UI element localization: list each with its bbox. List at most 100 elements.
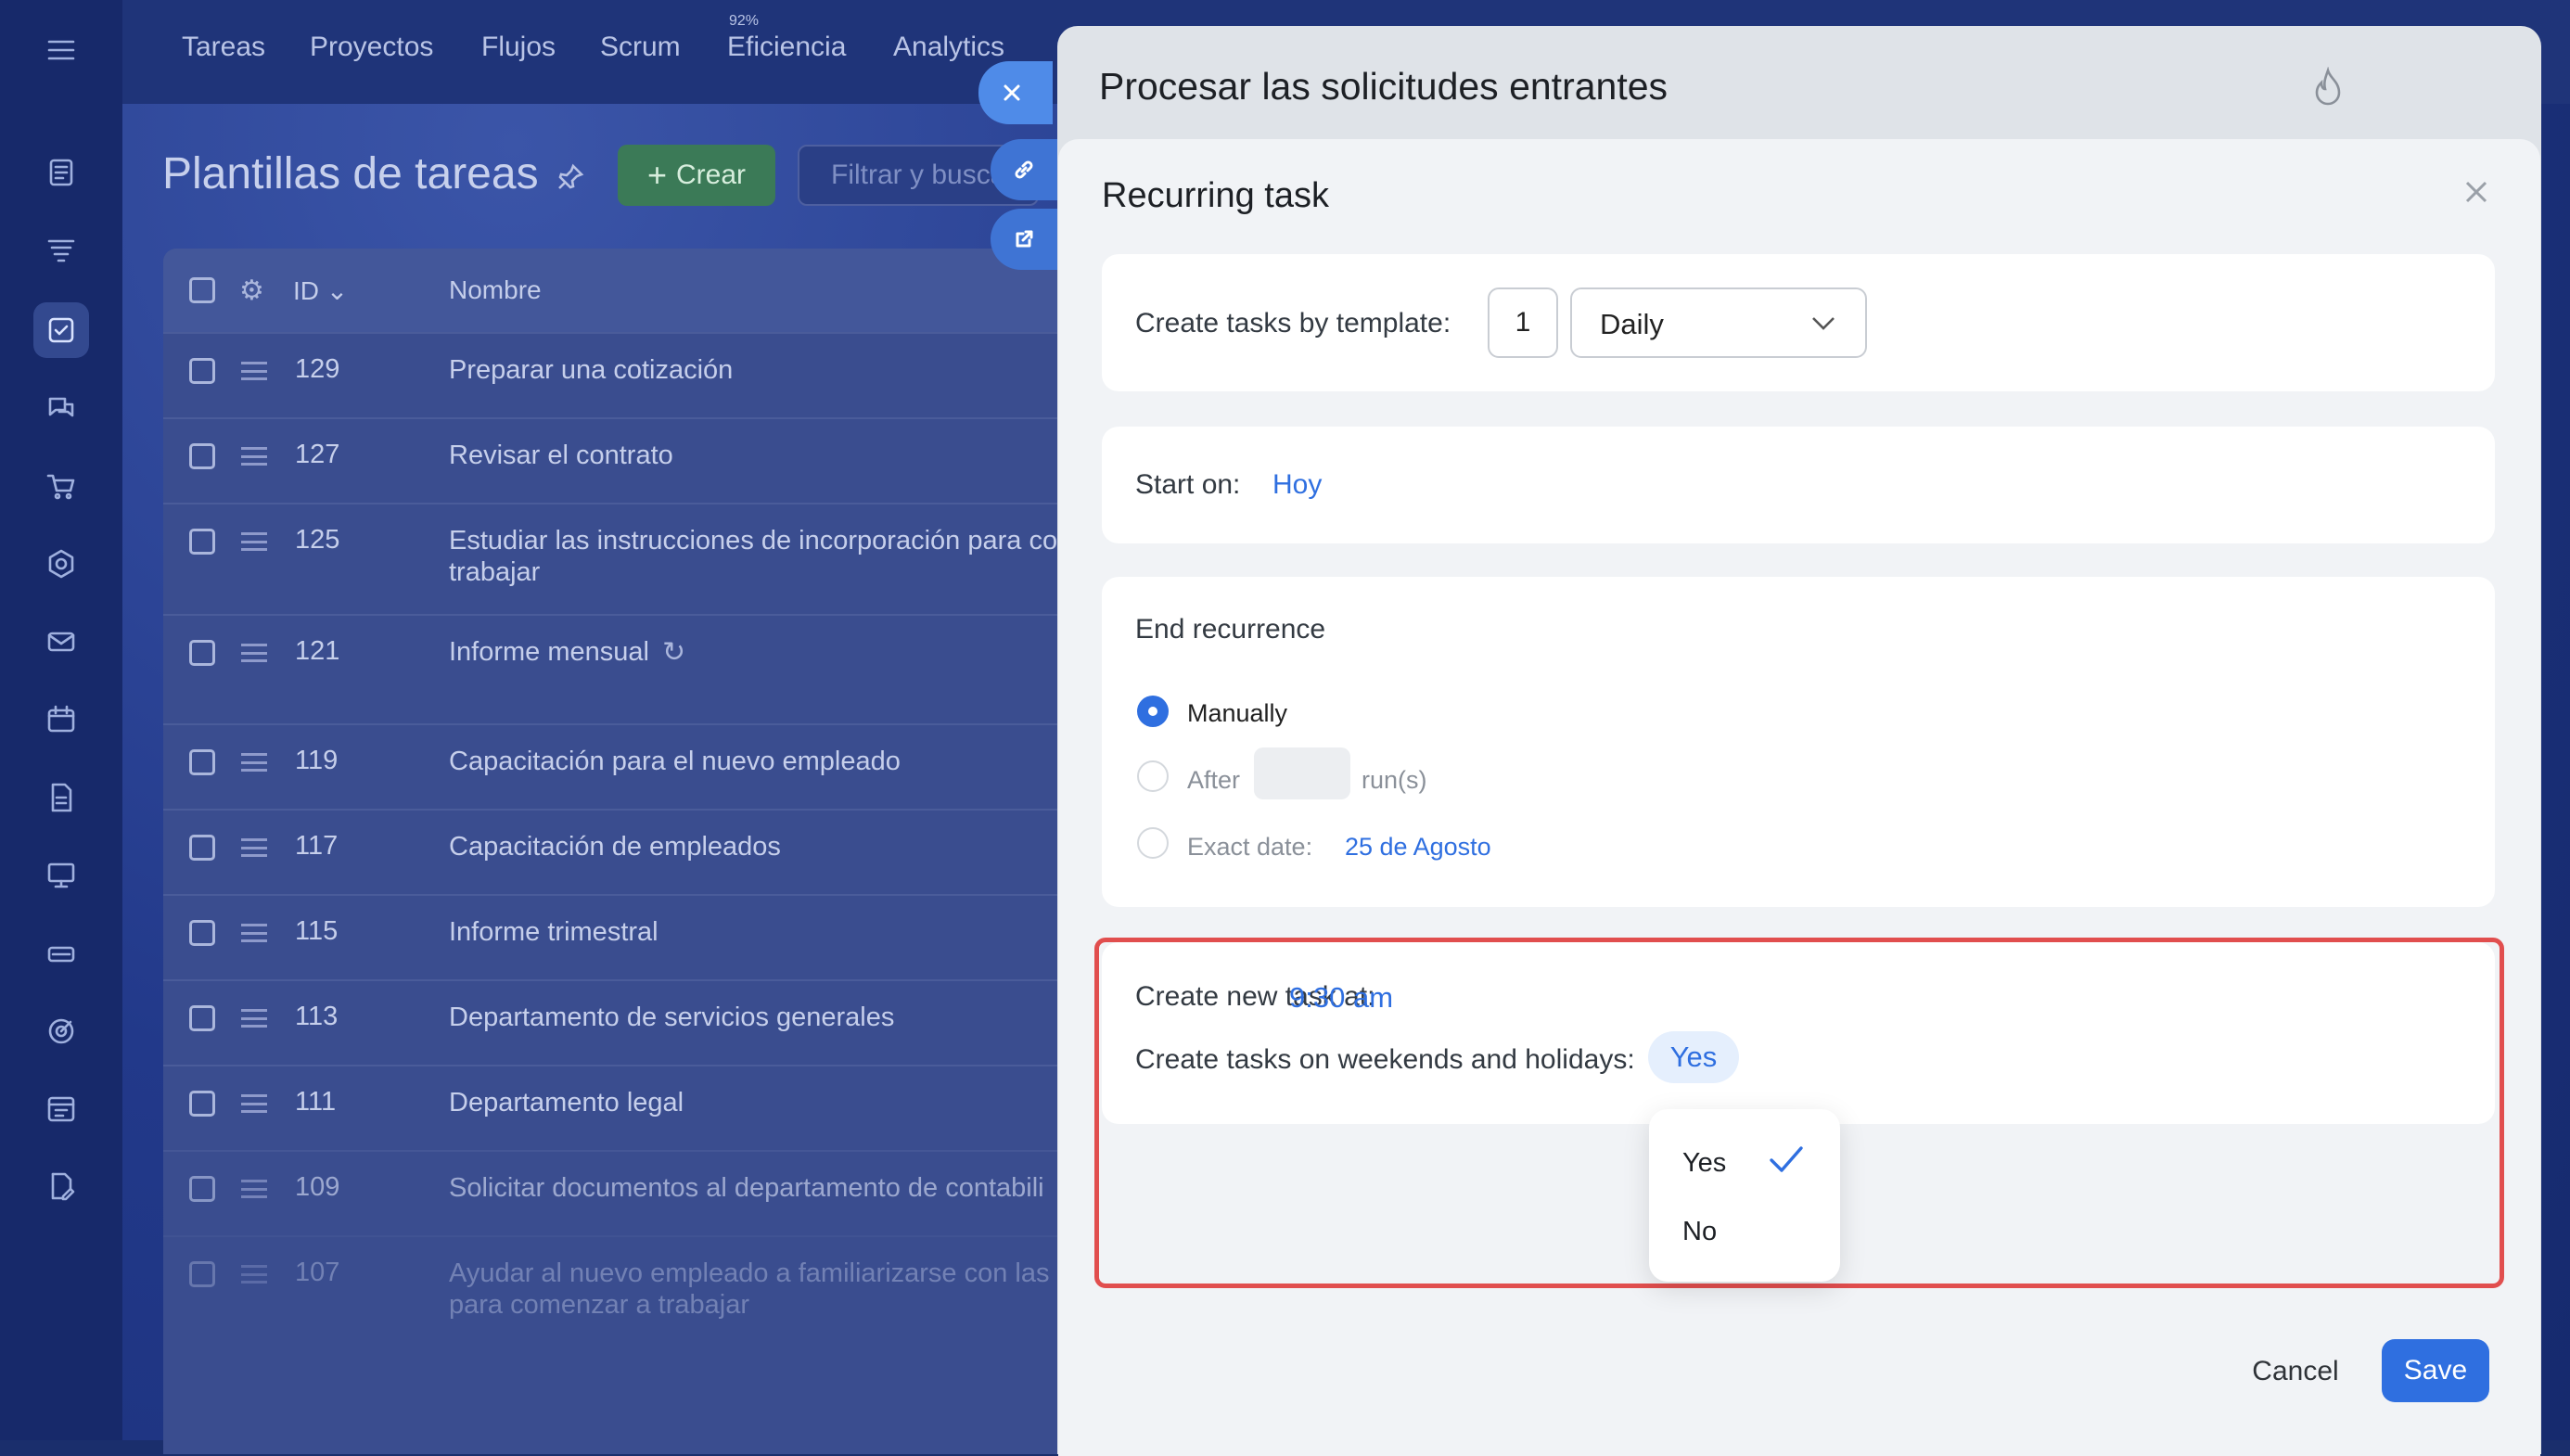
drag-handle-icon[interactable]	[241, 1009, 267, 1028]
table-row[interactable]: 127 Revisar el contrato	[163, 417, 1091, 503]
table-row[interactable]: 109 Solicitar documentos al departamento …	[163, 1150, 1091, 1235]
runs-count-input[interactable]	[1254, 747, 1350, 799]
nav-flujos[interactable]: Flujos	[481, 32, 556, 63]
row-checkbox[interactable]	[189, 1005, 215, 1031]
copy-link-button[interactable]	[991, 139, 1065, 200]
row-checkbox[interactable]	[189, 443, 215, 469]
close-icon	[1004, 84, 1020, 101]
radio-after-label: After	[1187, 766, 1241, 794]
radio-exact-date[interactable]	[1137, 827, 1169, 859]
open-new-window-button[interactable]	[991, 209, 1065, 270]
table-row[interactable]: 107 Ayudar al nuevo empleado a familiariz…	[163, 1235, 1091, 1347]
pin-icon[interactable]	[556, 163, 584, 191]
runs-suffix: run(s)	[1362, 766, 1427, 794]
start-label: Start on:	[1135, 469, 1241, 500]
row-checkbox[interactable]	[189, 358, 215, 384]
row-name[interactable]: Informe mensual	[449, 636, 649, 668]
create-button[interactable]: + Crear	[618, 145, 775, 206]
nav-scrum[interactable]: Scrum	[600, 32, 681, 63]
close-slider-button[interactable]	[978, 61, 1053, 124]
presentation-icon[interactable]	[33, 848, 89, 903]
nav-eficiencia[interactable]: 92% Eficiencia	[727, 13, 846, 63]
drag-handle-icon[interactable]	[241, 838, 267, 857]
drag-handle-icon[interactable]	[241, 532, 267, 551]
row-checkbox[interactable]	[189, 920, 215, 946]
menu-icon[interactable]	[33, 22, 89, 78]
row-id: 111	[295, 1087, 337, 1117]
row-checkbox[interactable]	[189, 1261, 215, 1287]
row-name[interactable]: Revisar el contrato	[449, 440, 1091, 471]
row-checkbox[interactable]	[189, 749, 215, 775]
drive-icon[interactable]	[33, 926, 89, 981]
interval-input[interactable]: 1	[1488, 287, 1558, 358]
drag-handle-icon[interactable]	[241, 924, 267, 942]
drag-handle-icon[interactable]	[241, 753, 267, 772]
row-checkbox[interactable]	[189, 1176, 215, 1202]
column-id-header[interactable]: ID ⌄	[293, 275, 348, 306]
link-icon	[1015, 160, 1033, 179]
signature-icon[interactable]	[33, 1159, 89, 1215]
drag-handle-icon[interactable]	[241, 447, 267, 466]
chevron-down-icon	[1812, 317, 1835, 330]
select-all-checkbox[interactable]	[189, 277, 215, 303]
end-recurrence-title: End recurrence	[1135, 614, 1326, 645]
document-icon[interactable]	[33, 770, 89, 825]
table-row[interactable]: 113 Departamento de servicios generales	[163, 979, 1091, 1065]
table-row[interactable]: 129 Preparar una cotización	[163, 332, 1091, 417]
nav-tareas[interactable]: Tareas	[182, 32, 265, 63]
dropdown-option-no[interactable]: No	[1682, 1217, 1717, 1247]
cancel-button[interactable]: Cancel	[2221, 1341, 2370, 1402]
table-row[interactable]: 119 Capacitación para el nuevo empleado	[163, 723, 1091, 809]
tasks-icon[interactable]	[33, 302, 89, 358]
row-name[interactable]: Ayudar al nuevo empleado a familiarizars…	[449, 1258, 1091, 1321]
table-row[interactable]: 115 Informe trimestral	[163, 894, 1091, 979]
column-name-header[interactable]: Nombre	[449, 275, 542, 305]
start-date-link[interactable]: Hoy	[1272, 469, 1322, 501]
mail-icon[interactable]	[33, 614, 89, 670]
nav-proyectos[interactable]: Proyectos	[310, 32, 433, 63]
table-row[interactable]: 111 Departamento legal	[163, 1065, 1091, 1150]
row-checkbox[interactable]	[189, 1091, 215, 1117]
filter-stack-icon[interactable]	[33, 223, 89, 278]
planner-icon[interactable]	[33, 1081, 89, 1137]
flame-icon[interactable]	[2309, 66, 2346, 112]
chat-icon[interactable]	[33, 380, 89, 436]
table-row[interactable]: 117 Capacitación de empleados	[163, 809, 1091, 894]
frequency-select[interactable]: Daily	[1570, 287, 1867, 358]
row-checkbox[interactable]	[189, 640, 215, 666]
gear-icon[interactable]: ⚙	[239, 275, 264, 307]
table-row[interactable]: 121 Informe mensual ↻	[163, 614, 1091, 723]
cart-icon[interactable]	[33, 458, 89, 514]
row-name[interactable]: Capacitación para el nuevo empleado	[449, 746, 1091, 777]
dropdown-option-yes[interactable]: Yes	[1682, 1148, 1726, 1179]
drag-handle-icon[interactable]	[241, 1094, 267, 1113]
save-button[interactable]: Save	[2382, 1339, 2489, 1402]
sites-icon[interactable]	[33, 536, 89, 592]
radio-manually[interactable]	[1137, 696, 1169, 727]
feed-icon[interactable]	[33, 145, 89, 200]
nav-analytics[interactable]: Analytics	[893, 32, 1004, 63]
row-name[interactable]: Estudiar las instrucciones de incorporac…	[449, 525, 1091, 588]
table-row[interactable]: 125 Estudiar las instrucciones de incorpo…	[163, 503, 1091, 614]
exact-date-link[interactable]: 25 de Agosto	[1345, 833, 1491, 862]
row-name[interactable]: Departamento legal	[449, 1087, 1091, 1118]
row-name[interactable]: Solicitar documentos al departamento de …	[449, 1172, 1091, 1204]
radio-after[interactable]	[1137, 760, 1169, 792]
row-id: 121	[295, 636, 340, 666]
row-checkbox[interactable]	[189, 529, 215, 555]
drag-handle-icon[interactable]	[241, 1265, 267, 1284]
row-name[interactable]: Preparar una cotización	[449, 354, 1091, 386]
target-icon[interactable]	[33, 1003, 89, 1059]
modal-close-button[interactable]	[2462, 178, 2490, 206]
row-name[interactable]: Capacitación de empleados	[449, 831, 1091, 862]
drag-handle-icon[interactable]	[241, 644, 267, 662]
row-name[interactable]: Departamento de servicios generales	[449, 1002, 1091, 1033]
radio-exact-date-label: Exact date:	[1187, 833, 1313, 861]
drag-handle-icon[interactable]	[241, 1180, 267, 1198]
row-checkbox[interactable]	[189, 835, 215, 861]
row-name[interactable]: Informe trimestral	[449, 916, 1091, 948]
drag-handle-icon[interactable]	[241, 362, 267, 380]
end-recurrence-card: End recurrence Manually After run(s) Exa…	[1102, 577, 2495, 907]
calendar-icon[interactable]	[33, 692, 89, 747]
check-icon	[1768, 1144, 1805, 1179]
